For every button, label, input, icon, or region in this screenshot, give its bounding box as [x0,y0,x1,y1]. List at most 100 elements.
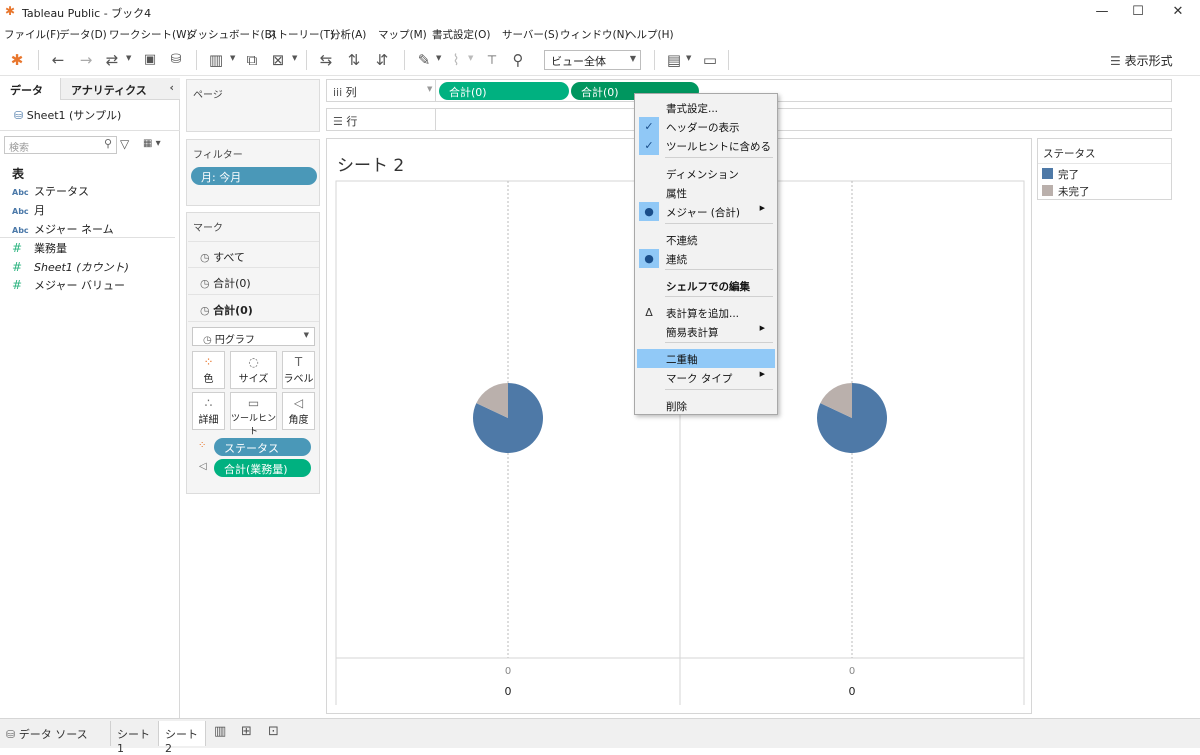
new-datasource-icon[interactable]: ⛁ [166,50,186,70]
context-menu-item[interactable]: ✓ ツールヒントに含める [637,136,775,155]
marks-pill-workload[interactable]: 合計(業務量) [214,459,311,477]
context-menu-item-label: マーク タイプ [666,373,733,385]
filters-card[interactable]: フィルター 月: 今月 [186,139,320,206]
group-dropdown-icon[interactable]: ▼ [468,54,473,62]
sort-descending-icon[interactable]: ⇵ [372,50,392,70]
field-measure-values[interactable]: # メジャー バリュー [12,277,125,293]
context-menu-item[interactable]: ✓ ヘッダーの表示 [637,117,775,136]
tableau-home-icon[interactable]: ✱ [7,50,27,70]
tooltip-button[interactable]: ▭ ツールヒント [230,392,277,437]
swap-rows-columns-icon[interactable]: ⇆ [316,50,336,70]
filter-icon[interactable]: ▽ [120,137,129,151]
menu-worksheet[interactable]: ワークシート(W) [109,27,191,42]
marks-row-sum-0-b[interactable]: ◷ 合計(0) [188,295,319,322]
context-menu-item[interactable]: 削除 [637,396,775,415]
field-measure-names[interactable]: Abc メジャー ネーム [12,221,114,237]
menu-server[interactable]: サーバー(S) [502,27,559,42]
minimize-button[interactable]: — [1082,2,1122,22]
new-worksheet-icon[interactable]: ▥ [206,50,226,70]
search-input[interactable]: 検索 ⚲ [4,136,117,154]
menu-help[interactable]: ヘルプ(H) [626,27,674,42]
chevron-down-icon: ▼ [303,331,309,339]
context-menu-item[interactable]: ディメンション [637,164,775,183]
show-cards-dropdown-icon[interactable]: ▼ [686,54,691,62]
column-pill-sum-0-a[interactable]: 合計(0) [439,82,569,100]
size-button[interactable]: ◌ サイズ [230,351,277,389]
marks-row-sum-0-a[interactable]: ◷ 合計(0) [188,268,319,295]
highlight-dropdown-icon[interactable]: ▼ [436,54,441,62]
maximize-button[interactable]: ☐ [1118,2,1158,22]
color-button[interactable]: ⁘ 色 [192,351,225,389]
label-button[interactable]: T ラベル [282,351,315,389]
show-me-button[interactable]: ☰ 表示形式 [1110,52,1173,69]
context-menu-item-label: 連続 [666,254,687,266]
pill-context-menu: 書式設定... ✓ ヘッダーの表示 ✓ ツールヒントに含める ディメンション 属性 ● メジャー… [634,93,778,415]
highlight-icon[interactable]: ✎ [414,50,434,70]
new-worksheet-dropdown-icon[interactable]: ▼ [230,54,235,62]
duplicate-sheet-icon[interactable]: ⧉ [242,50,262,70]
save-icon[interactable]: ▣ [140,50,160,70]
replay-icon[interactable]: ⇄ [102,50,122,70]
field-workload[interactable]: # 業務量 [12,240,67,256]
menu-file[interactable]: ファイル(F) [4,27,60,42]
group-members-icon[interactable]: ⌇ [446,50,466,70]
clear-sheet-icon[interactable]: ⊠ [268,50,288,70]
show-cards-icon[interactable]: ▤ [664,50,684,70]
pie-mark-left[interactable] [473,383,543,453]
new-worksheet-icon[interactable]: ▥ [214,724,226,739]
tab-data[interactable]: データ [0,78,60,100]
context-menu-item[interactable]: 書式設定... [637,98,775,117]
color-legend[interactable]: ステータス 完了 未完了 [1037,138,1172,200]
menu-data[interactable]: データ(D) [59,27,107,42]
tab-data-source[interactable]: ⛁ データ ソース [0,721,110,746]
field-sheet1-count[interactable]: # Sheet1 (カウント) [12,259,129,275]
menu-story[interactable]: ストーリー(T) [267,27,334,42]
submenu-arrow-icon: ▶ [759,204,765,212]
context-menu-item[interactable]: 不連続 [637,230,775,249]
context-menu-item[interactable]: 属性 [637,183,775,202]
pie-mark-right[interactable] [817,383,887,453]
context-menu-item[interactable]: 簡易表計算 ▶ [637,322,775,341]
replay-dropdown-icon[interactable]: ▼ [126,54,131,62]
new-story-icon[interactable]: ⊡ [268,724,279,739]
angle-button[interactable]: ◁ 角度 [282,392,315,430]
menu-analysis[interactable]: 分析(A) [330,27,366,42]
tab-sheet-2[interactable]: シート 2 [158,721,206,755]
presentation-mode-icon[interactable]: ▭ [700,50,720,70]
close-button[interactable]: ✕ [1158,2,1198,22]
context-menu-item[interactable]: 二重軸 [637,349,775,368]
pages-card[interactable]: ページ [186,79,320,132]
undo-icon[interactable]: ← [48,50,68,70]
context-menu-item[interactable]: Δ 表計算を追加... [637,303,775,322]
marks-row-all[interactable]: ◷ すべて [188,241,319,268]
context-menu-item[interactable]: シェルフでの編集 [637,276,775,295]
new-dashboard-icon[interactable]: ⊞ [241,724,252,739]
marks-pill-status[interactable]: ステータス [214,438,311,456]
show-labels-icon[interactable]: ⊤ [482,50,502,70]
fit-select[interactable]: ビュー全体 ▼ [544,50,641,70]
legend-item-label[interactable]: 完了 [1058,167,1079,182]
context-menu-item[interactable]: ● メジャー (合計) ▶ [637,202,775,221]
menu-map[interactable]: マップ(M) [378,27,427,42]
context-menu-item[interactable]: ● 連続 [637,249,775,268]
toolbar-separator [38,50,39,70]
tab-analytics[interactable]: アナリティクス ‹ [60,78,180,100]
fix-axes-icon[interactable]: ⚲ [508,50,528,70]
tab-sheet-1[interactable]: シート 1 [110,721,158,755]
field-status[interactable]: Abc ステータス [12,183,89,199]
menu-format[interactable]: 書式設定(O) [432,27,490,42]
detail-button[interactable]: ∴ 詳細 [192,392,225,430]
menu-dashboard[interactable]: ダッシュボード(B) [187,27,276,42]
redo-icon[interactable]: → [76,50,96,70]
clear-sheet-dropdown-icon[interactable]: ▼ [292,54,297,62]
sort-ascending-icon[interactable]: ⇅ [344,50,364,70]
view-options-icon[interactable]: ▦ ▾ [143,138,161,149]
mark-type-select[interactable]: ◷ 円グラフ ▼ [192,327,315,346]
datasource-item[interactable]: ⛁ Sheet1 (サンプル) [14,107,121,123]
field-month[interactable]: Abc 月 [12,202,45,218]
context-menu-item[interactable]: マーク タイプ ▶ [637,368,775,387]
collapse-pane-icon[interactable]: ‹ [169,81,174,94]
menu-window[interactable]: ウィンドウ(N) [560,27,629,42]
filter-pill-month[interactable]: 月: 今月 [191,167,317,185]
legend-item-label[interactable]: 未完了 [1058,184,1090,199]
